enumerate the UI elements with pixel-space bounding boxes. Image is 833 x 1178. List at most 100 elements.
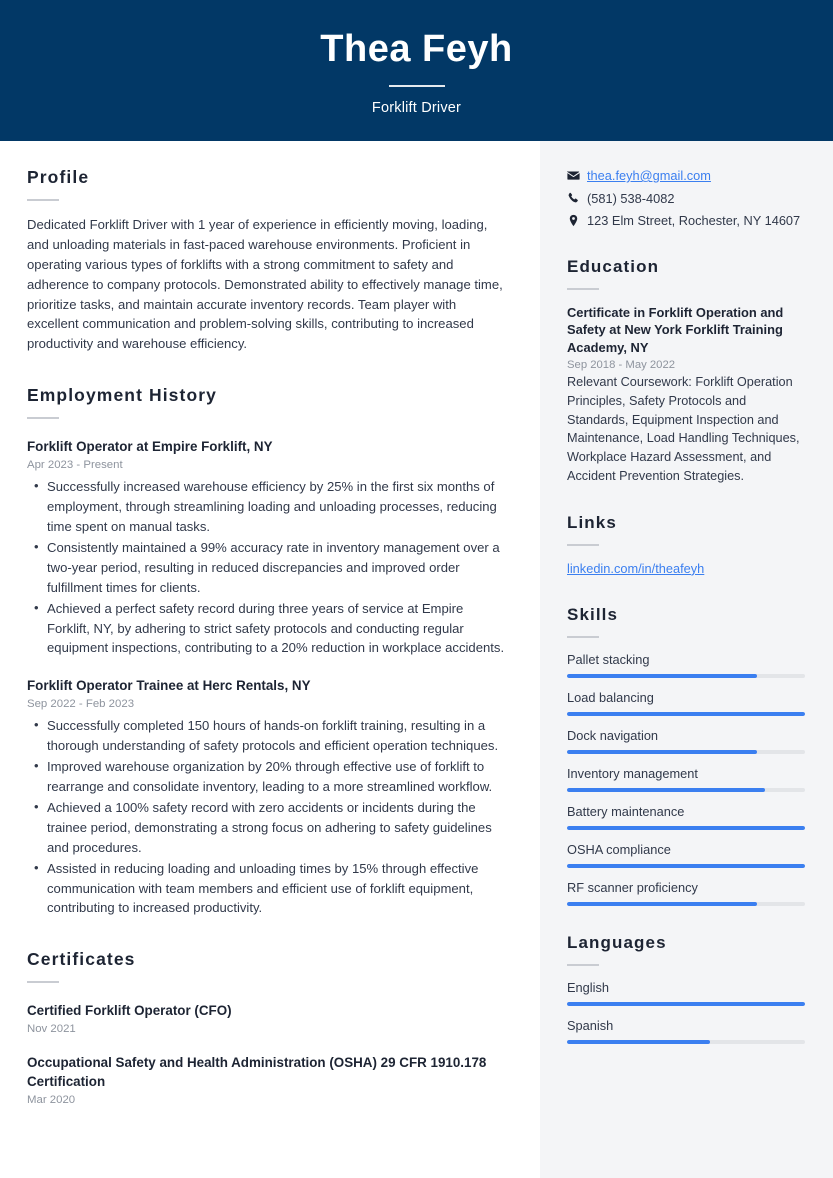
job-date: Sep 2022 - Feb 2023 xyxy=(27,698,135,711)
certificate-entry: Occupational Safety and Health Administr… xyxy=(27,1054,506,1105)
employment-entry: Forklift Operator Trainee at Herc Rental… xyxy=(27,677,506,918)
job-bullet: Successfully completed 150 hours of hand… xyxy=(27,715,506,756)
profile-heading: Profile xyxy=(27,167,90,187)
skill-bar-fill xyxy=(567,711,805,716)
skill-item: RF scanner proficiency xyxy=(567,880,805,906)
resume-page: Thea Feyh Forklift Driver Profile Dedica… xyxy=(0,0,833,1178)
heading-divider xyxy=(27,981,59,984)
skill-item: Pallet stacking xyxy=(567,652,805,678)
employment-entry: Forklift Operator at Empire Forklift, NY… xyxy=(27,438,506,658)
header-divider xyxy=(388,84,445,87)
links-section: Links linkedin.com/in/theafeyh xyxy=(567,513,805,578)
education-entry: Certificate in Forklift Operation and Sa… xyxy=(567,304,805,486)
address-text: 123 Elm Street, Rochester, NY 14607 xyxy=(587,213,801,229)
language-bar-track xyxy=(567,1039,805,1044)
skill-bar-track xyxy=(567,749,805,754)
contact-row-address: 123 Elm Street, Rochester, NY 14607 xyxy=(567,212,805,231)
resume-body: Profile Dedicated Forklift Driver with 1… xyxy=(0,141,833,1178)
job-bullet-list: Successfully completed 150 hours of hand… xyxy=(27,715,506,919)
job-title: Forklift Operator Trainee at Herc Rental… xyxy=(27,678,311,694)
skill-bar-track xyxy=(567,901,805,906)
education-section: Education Certificate in Forklift Operat… xyxy=(567,257,805,486)
job-bullet: Consistently maintained a 99% accuracy r… xyxy=(27,537,506,598)
languages-section: Languages English Spanish xyxy=(567,933,805,1044)
certificate-date: Nov 2021 xyxy=(27,1023,76,1036)
contact-row-email: thea.feyh@gmail.com xyxy=(567,167,805,186)
job-bullet: Assisted in reducing loading and unloadi… xyxy=(27,858,506,919)
skill-label: RF scanner proficiency xyxy=(567,879,698,895)
job-bullet: Successfully increased warehouse efficie… xyxy=(27,476,506,537)
job-title: Forklift Operator at Empire Forklift, NY xyxy=(27,439,273,455)
phone-icon xyxy=(567,190,587,205)
language-item: Spanish xyxy=(567,1018,805,1044)
certificate-title: Occupational Safety and Health Administr… xyxy=(27,1055,487,1089)
job-bullet-list: Successfully increased warehouse efficie… xyxy=(27,476,506,659)
heading-divider xyxy=(27,417,59,420)
email-link[interactable]: thea.feyh@gmail.com xyxy=(587,167,711,186)
linkedin-link[interactable]: linkedin.com/in/theafeyh xyxy=(567,561,704,576)
certificates-section: Certificates Certified Forklift Operator… xyxy=(27,949,506,1106)
skill-bar-track xyxy=(567,711,805,716)
envelope-icon xyxy=(567,167,587,182)
certificate-date: Mar 2020 xyxy=(27,1093,76,1106)
language-bar-fill xyxy=(567,1001,805,1006)
skill-item: Battery maintenance xyxy=(567,804,805,830)
skill-label: Load balancing xyxy=(567,689,654,705)
sidebar-column: thea.feyh@gmail.com (581) 538-4082 123 E… xyxy=(540,141,833,1178)
skill-bar-fill xyxy=(567,825,805,830)
skill-bar-fill xyxy=(567,863,805,868)
main-column: Profile Dedicated Forklift Driver with 1… xyxy=(0,141,540,1178)
job-bullet: Achieved a perfect safety record during … xyxy=(27,598,506,659)
skill-item: OSHA compliance xyxy=(567,842,805,868)
job-bullet: Improved warehouse organization by 20% t… xyxy=(27,756,506,797)
skill-bar-fill xyxy=(567,787,765,792)
candidate-job-title: Forklift Driver xyxy=(371,99,462,116)
contact-details: thea.feyh@gmail.com (581) 538-4082 123 E… xyxy=(567,167,805,231)
profile-text: Dedicated Forklift Driver with 1 year of… xyxy=(27,217,503,352)
skill-label: Dock navigation xyxy=(567,727,659,743)
resume-header: Thea Feyh Forklift Driver xyxy=(0,0,833,141)
certificate-entry: Certified Forklift Operator (CFO) Nov 20… xyxy=(27,1002,506,1035)
language-label: Spanish xyxy=(567,1017,614,1033)
skill-label: Inventory management xyxy=(567,765,698,781)
skills-heading: Skills xyxy=(567,604,619,624)
heading-divider xyxy=(567,287,599,290)
contact-row-phone: (581) 538-4082 xyxy=(567,190,805,209)
skill-bar-track xyxy=(567,825,805,830)
employment-heading: Employment History xyxy=(27,385,217,406)
languages-heading: Languages xyxy=(567,932,667,952)
education-description: Relevant Coursework: Forklift Operation … xyxy=(567,375,800,484)
skill-bar-track xyxy=(567,863,805,868)
skill-label: Pallet stacking xyxy=(567,651,650,667)
skill-label: Battery maintenance xyxy=(567,803,685,819)
language-bar-track xyxy=(567,1001,805,1006)
profile-section: Profile Dedicated Forklift Driver with 1… xyxy=(27,167,506,354)
job-date: Apr 2023 - Present xyxy=(27,459,123,472)
skill-bar-track xyxy=(567,787,805,792)
links-heading: Links xyxy=(567,512,617,532)
skill-bar-fill xyxy=(567,673,758,678)
heading-divider xyxy=(567,963,599,966)
skill-item: Load balancing xyxy=(567,690,805,716)
skill-label: OSHA compliance xyxy=(567,841,671,857)
job-bullet: Achieved a 100% safety record with zero … xyxy=(27,797,506,858)
language-item: English xyxy=(567,980,805,1006)
candidate-name: Thea Feyh xyxy=(320,28,513,71)
heading-divider xyxy=(567,635,599,638)
skill-bar-fill xyxy=(567,901,758,906)
certificate-title: Certified Forklift Operator (CFO) xyxy=(27,1003,232,1019)
language-label: English xyxy=(567,979,609,995)
certificates-heading: Certificates xyxy=(27,949,136,970)
education-heading: Education xyxy=(567,256,660,276)
phone-number: (581) 538-4082 xyxy=(587,190,675,206)
skill-item: Dock navigation xyxy=(567,728,805,754)
skill-item: Inventory management xyxy=(567,766,805,792)
skills-section: Skills Pallet stacking Load balancing Do… xyxy=(567,605,805,906)
language-bar-fill xyxy=(567,1039,710,1044)
skill-bar-track xyxy=(567,673,805,678)
heading-divider xyxy=(567,543,599,546)
skill-bar-fill xyxy=(567,749,758,754)
education-date: Sep 2018 - May 2022 xyxy=(567,359,676,372)
location-pin-icon xyxy=(567,212,587,227)
heading-divider xyxy=(27,199,59,201)
